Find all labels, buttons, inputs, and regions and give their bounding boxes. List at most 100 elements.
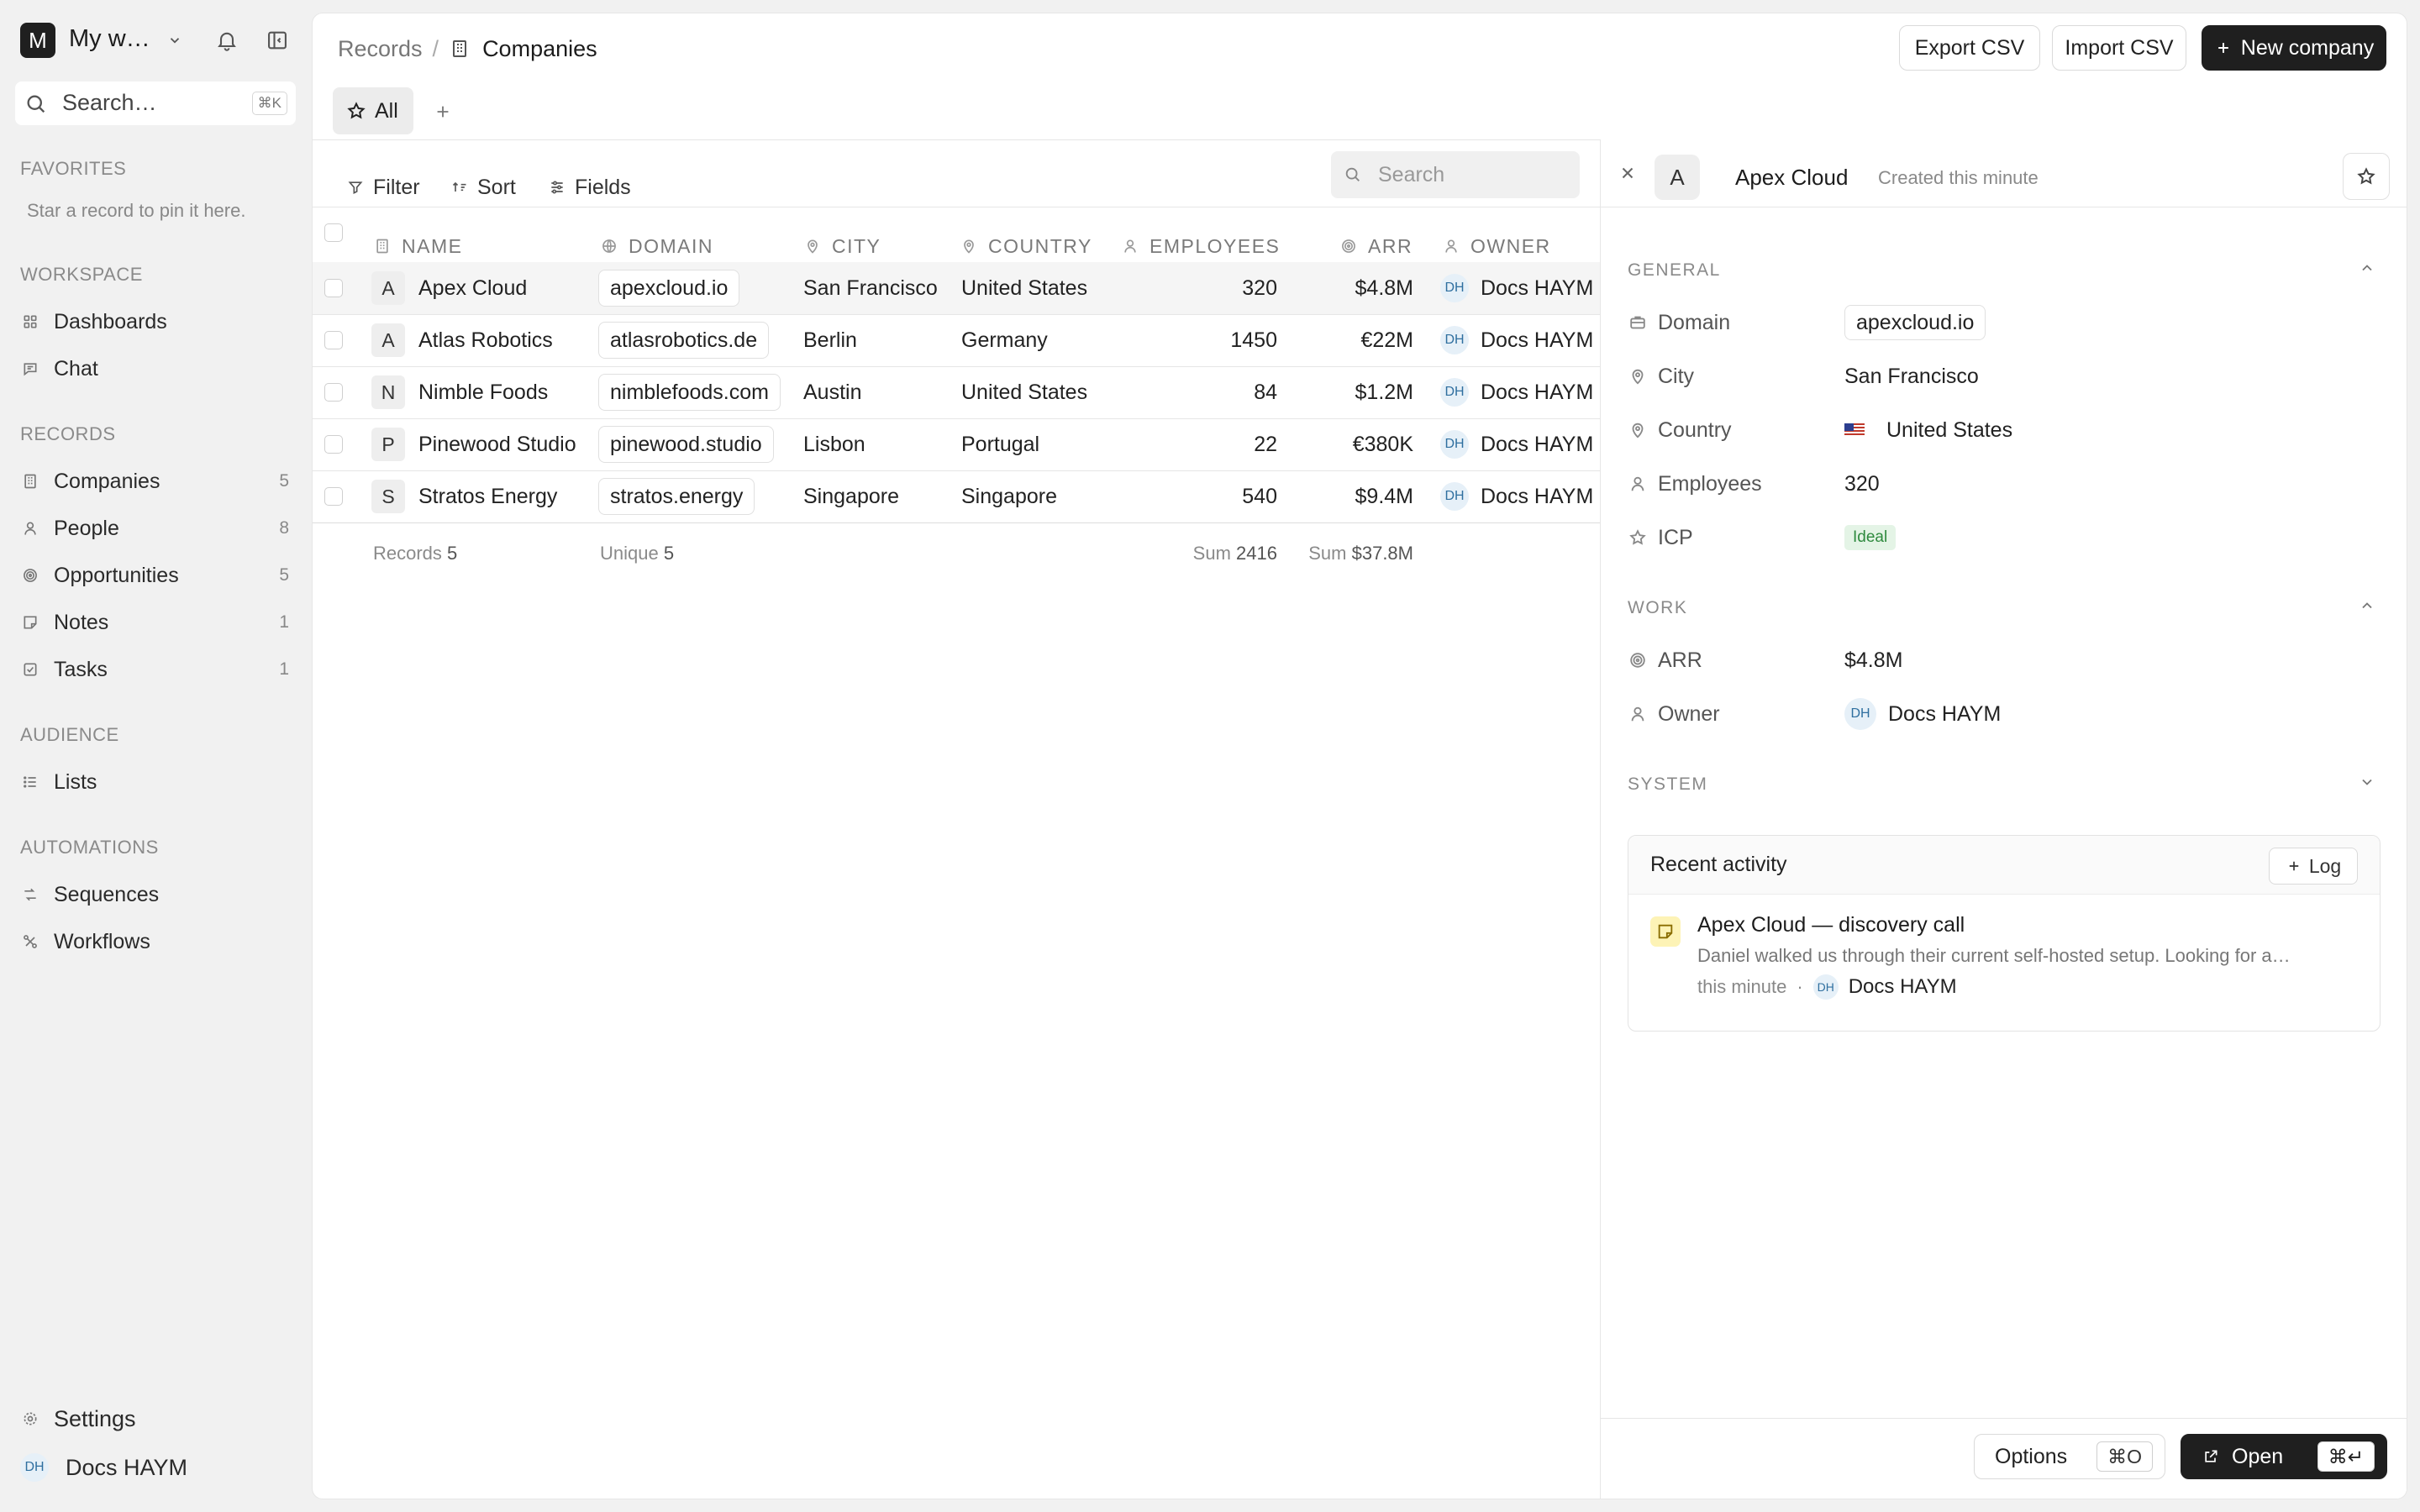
icp-value[interactable]: Ideal bbox=[1844, 519, 1897, 556]
chevron-down-icon[interactable] bbox=[2358, 773, 2376, 791]
company-name[interactable]: Pinewood Studio bbox=[418, 433, 576, 457]
table-row[interactable]: S Stratos Energy stratos.energy Singapore… bbox=[313, 470, 1600, 522]
column-owner[interactable]: OWNER bbox=[1442, 234, 1551, 259]
workspace-logo[interactable]: M bbox=[20, 23, 55, 58]
settings-button[interactable]: Settings bbox=[20, 1399, 289, 1438]
add-view-icon[interactable] bbox=[432, 101, 454, 123]
sidebar-item-sequences[interactable]: Sequences bbox=[20, 875, 289, 914]
owner-value[interactable]: DH Docs HAYM bbox=[1844, 696, 2001, 732]
table-row[interactable]: P Pinewood Studio pinewood.studio Lisbon … bbox=[313, 418, 1600, 470]
user-name: Docs HAYM bbox=[66, 1454, 188, 1480]
sidebar-item-notes[interactable]: Notes 1 bbox=[20, 603, 289, 642]
import-csv-button[interactable]: Import CSV bbox=[2052, 25, 2186, 71]
log-button[interactable]: Log bbox=[2269, 848, 2358, 885]
company-name[interactable]: Nimble Foods bbox=[418, 381, 548, 405]
table-search-input[interactable]: Search bbox=[1331, 151, 1580, 198]
column-domain[interactable]: DOMAIN bbox=[600, 234, 713, 259]
chevron-down-icon[interactable] bbox=[165, 30, 185, 50]
sort-button[interactable]: Sort bbox=[450, 161, 516, 213]
column-arr[interactable]: ARR bbox=[1339, 234, 1413, 259]
table-row[interactable]: A Apex Cloud apexcloud.io San Francisco U… bbox=[313, 262, 1600, 314]
sidebar-item-label: Companies bbox=[54, 469, 160, 493]
country-value[interactable]: United States bbox=[1844, 412, 2012, 449]
user-profile[interactable]: DH Docs HAYM bbox=[20, 1448, 289, 1487]
record-title: Apex Cloud bbox=[1735, 165, 1849, 190]
column-country[interactable]: COUNTRY bbox=[960, 234, 1092, 259]
work-section-title[interactable]: WORK bbox=[1628, 598, 1687, 618]
breadcrumb-records[interactable]: Records bbox=[338, 36, 423, 62]
city-cell: Singapore bbox=[803, 484, 899, 508]
company-name[interactable]: Stratos Energy bbox=[418, 485, 557, 509]
row-checkbox[interactable] bbox=[324, 383, 343, 402]
sidebar-item-lists[interactable]: Lists bbox=[20, 763, 289, 801]
domain-chip[interactable]: stratos.energy bbox=[598, 478, 755, 515]
sidebar-item-people[interactable]: People 8 bbox=[20, 509, 289, 548]
domain-chip[interactable]: atlasrobotics.de bbox=[598, 322, 770, 359]
arr-value[interactable]: $4.8M bbox=[1844, 642, 1902, 679]
person-icon bbox=[20, 518, 40, 538]
domain-value[interactable]: apexcloud.io bbox=[1844, 304, 1986, 341]
briefcase-icon bbox=[1628, 312, 1648, 333]
row-checkbox[interactable] bbox=[324, 487, 343, 506]
search-shortcut: ⌘K bbox=[251, 92, 287, 115]
sidebar-item-workflows[interactable]: Workflows bbox=[20, 922, 289, 961]
owner-avatar: DH bbox=[1440, 274, 1469, 302]
domain-chip[interactable]: apexcloud.io bbox=[1844, 305, 1986, 340]
building-icon bbox=[20, 471, 40, 491]
table-row[interactable]: N Nimble Foods nimblefoods.com Austin Uni… bbox=[313, 366, 1600, 418]
new-company-button[interactable]: New company bbox=[2202, 25, 2386, 71]
owner-name: Docs HAYM bbox=[1481, 484, 1594, 508]
country-cell: Portugal bbox=[961, 432, 1040, 456]
chevron-up-icon[interactable] bbox=[2358, 596, 2376, 615]
country-cell: Singapore bbox=[961, 484, 1057, 508]
sidebar-item-tasks[interactable]: Tasks 1 bbox=[20, 650, 289, 689]
employees-value[interactable]: 320 bbox=[1844, 465, 1880, 502]
sidebar-search-input[interactable]: Search… ⌘K bbox=[15, 81, 296, 125]
chevron-up-icon[interactable] bbox=[2358, 259, 2376, 277]
column-city[interactable]: CITY bbox=[803, 234, 881, 259]
icp-badge: Ideal bbox=[1844, 525, 1897, 550]
activity-title: Recent activity bbox=[1650, 853, 1787, 876]
tab-all[interactable]: All bbox=[333, 87, 413, 134]
row-checkbox[interactable] bbox=[324, 331, 343, 349]
domain-chip[interactable]: pinewood.studio bbox=[598, 426, 774, 463]
row-checkbox[interactable] bbox=[324, 435, 343, 454]
company-name[interactable]: Atlas Robotics bbox=[418, 328, 553, 353]
footer-arr-sum-label: Sum bbox=[1308, 543, 1347, 564]
favorite-star-icon[interactable] bbox=[2343, 153, 2390, 200]
sidebar-item-dashboards[interactable]: Dashboards bbox=[20, 302, 289, 341]
table-row[interactable]: A Atlas Robotics atlasrobotics.de Berlin … bbox=[313, 314, 1600, 366]
arr-cell: $9.4M bbox=[1355, 484, 1413, 508]
column-label: EMPLOYEES bbox=[1150, 234, 1281, 257]
sidebar-toggle-icon[interactable] bbox=[264, 27, 291, 54]
general-section-title[interactable]: GENERAL bbox=[1628, 260, 1721, 281]
domain-chip[interactable]: nimblefoods.com bbox=[598, 374, 781, 411]
field-employees: Employees bbox=[1628, 465, 1846, 502]
sidebar-item-chat[interactable]: Chat bbox=[20, 349, 289, 388]
records-section-title: RECORDS bbox=[20, 423, 116, 444]
column-employees[interactable]: EMPLOYEES bbox=[1121, 234, 1280, 259]
filter-button[interactable]: Filter bbox=[346, 161, 420, 213]
footer-unique-value: 5 bbox=[663, 543, 675, 564]
domain-chip[interactable]: apexcloud.io bbox=[598, 270, 740, 307]
plus-icon bbox=[2214, 39, 2233, 57]
sidebar-item-opportunities[interactable]: Opportunities 5 bbox=[20, 556, 289, 595]
bell-icon[interactable] bbox=[213, 27, 240, 54]
close-icon[interactable] bbox=[1616, 161, 1639, 185]
open-button[interactable]: Open ⌘↵ bbox=[2181, 1434, 2387, 1479]
system-section-title[interactable]: SYSTEM bbox=[1628, 774, 1707, 795]
workspace-name[interactable]: My w… bbox=[69, 25, 150, 53]
company-name[interactable]: Apex Cloud bbox=[418, 276, 527, 301]
fields-button[interactable]: Fields bbox=[548, 161, 631, 213]
star-icon bbox=[346, 101, 366, 121]
city-value[interactable]: San Francisco bbox=[1844, 358, 1979, 395]
row-checkbox[interactable] bbox=[324, 279, 343, 297]
options-button[interactable]: Options ⌘O bbox=[1974, 1434, 2165, 1479]
sidebar-item-companies[interactable]: Companies 5 bbox=[20, 462, 289, 501]
employees-cell: 1450 bbox=[1230, 328, 1277, 352]
column-name[interactable]: NAME bbox=[373, 234, 462, 259]
select-all-checkbox[interactable] bbox=[324, 223, 343, 242]
activity-item-title[interactable]: Apex Cloud — discovery call bbox=[1697, 913, 1965, 937]
export-csv-button[interactable]: Export CSV bbox=[1899, 25, 2040, 71]
owner-avatar: DH bbox=[1440, 430, 1469, 459]
